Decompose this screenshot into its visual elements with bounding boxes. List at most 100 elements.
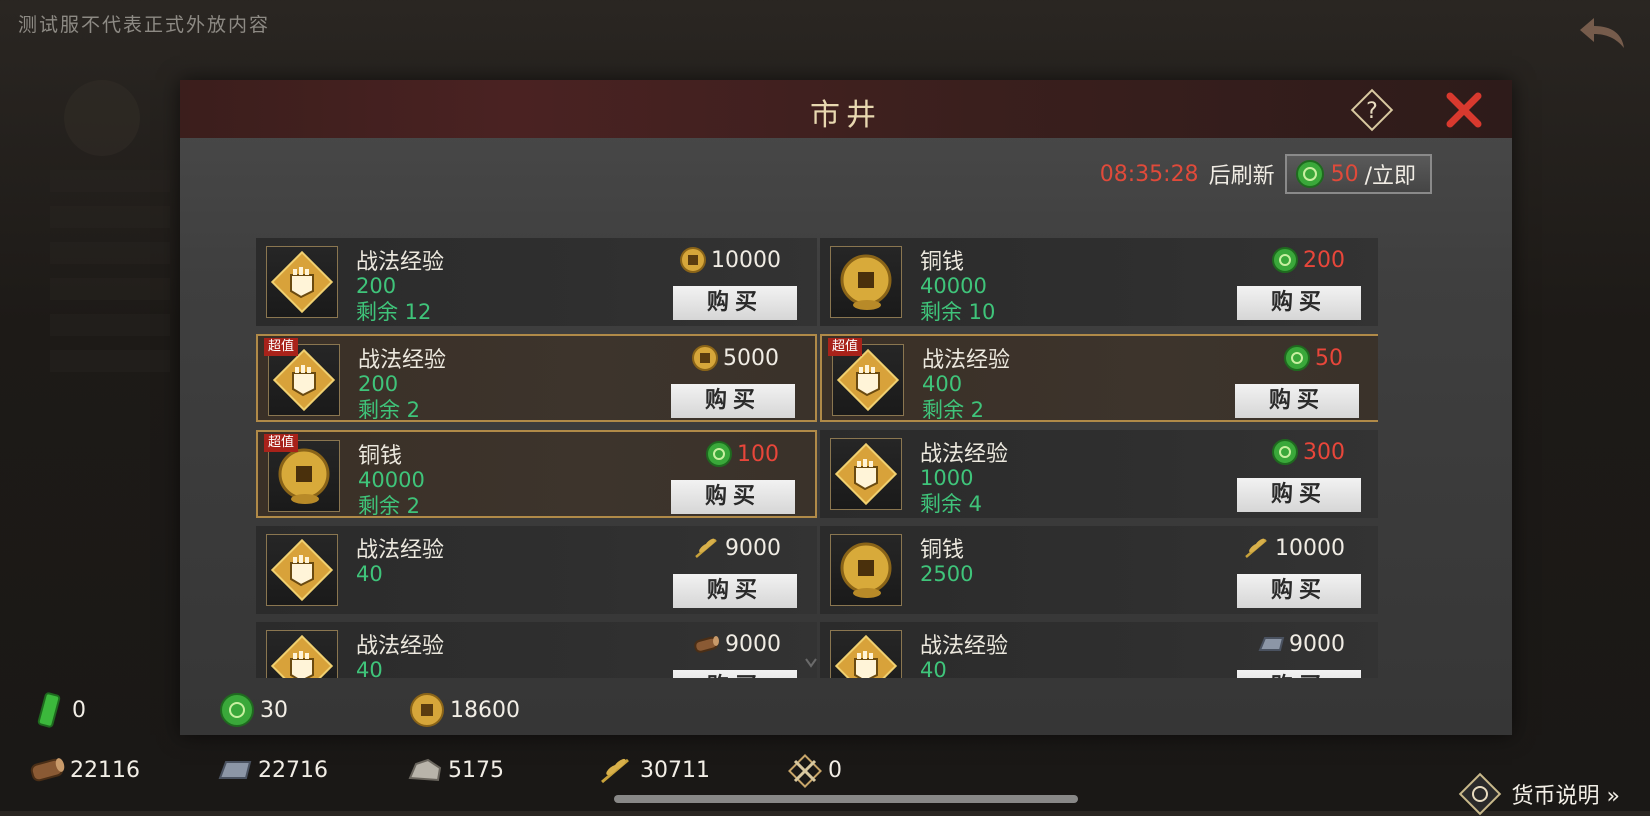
buy-button[interactable]: 购买 bbox=[671, 384, 795, 418]
shop-item-card: 战法经验40 9000 购买 bbox=[256, 622, 817, 678]
item-amount: 2500 bbox=[920, 562, 974, 586]
shop-item-grid[interactable]: 战法经验 200 剩余 12 10000 购买 铜钱 40000 剩余 10 200 购买 超值 战法… bbox=[256, 238, 1378, 678]
shop-item-card: 铜钱 2500 10000 购买 bbox=[820, 526, 1378, 614]
item-price-value: 5000 bbox=[723, 345, 779, 371]
resource-wood: 22116 bbox=[28, 752, 140, 788]
item-amount: 40 bbox=[356, 658, 383, 678]
item-amount: 40 bbox=[356, 562, 383, 586]
shop-item-card: 战法经验 200 剩余 12 10000 购买 bbox=[256, 238, 817, 326]
wood-icon bbox=[693, 630, 721, 658]
back-arrow-icon[interactable] bbox=[1576, 14, 1628, 54]
value-badge: 超值 bbox=[264, 434, 299, 452]
close-icon[interactable] bbox=[1442, 88, 1486, 132]
item-remaining: 剩余 10 bbox=[920, 300, 996, 324]
item-remaining: 剩余 12 bbox=[356, 300, 432, 324]
item-price: 100 bbox=[705, 440, 779, 468]
grain-icon bbox=[601, 758, 629, 784]
currency-info-link[interactable]: 货币说明 » bbox=[1458, 772, 1620, 816]
item-price: 9000 bbox=[693, 534, 781, 562]
market-dialog: 市井 ? 08:35:28 后刷新 50 /立即 战法经验 200 剩余 12 100… bbox=[180, 80, 1512, 735]
copper-icon bbox=[691, 344, 719, 372]
item-name: 铜钱 bbox=[358, 444, 403, 469]
item-price-value: 200 bbox=[1303, 247, 1345, 273]
item-price-value: 10000 bbox=[711, 247, 781, 273]
resource-jade-token: 0 bbox=[30, 692, 86, 728]
item-amount: 40000 bbox=[358, 468, 425, 492]
buy-button[interactable]: 购买 bbox=[1237, 670, 1361, 678]
dialog-title: 市井 bbox=[810, 98, 882, 133]
jade-icon bbox=[1271, 246, 1299, 274]
jade-icon bbox=[1271, 438, 1299, 466]
copper-coin-icon bbox=[410, 693, 444, 727]
item-remaining: 剩余 2 bbox=[922, 398, 985, 422]
buy-button[interactable]: 购买 bbox=[1237, 478, 1361, 512]
item-amount: 40000 bbox=[920, 274, 987, 298]
item-name: 铜钱 bbox=[920, 538, 965, 563]
dialog-header: 市井 ? bbox=[180, 80, 1512, 138]
item-price: 50 bbox=[1283, 344, 1343, 372]
item-amount: 40 bbox=[920, 658, 947, 678]
item-name: 铜钱 bbox=[920, 250, 965, 275]
item-name: 战法经验 bbox=[920, 634, 1009, 659]
fist-icon[interactable] bbox=[266, 534, 338, 606]
fist-icon[interactable] bbox=[266, 630, 338, 678]
grain-icon bbox=[1243, 534, 1271, 562]
shop-item-card: 战法经验40 9000 购买 bbox=[256, 526, 817, 614]
resource-bar: 0 30 18600 22116 22716 5175 30711 0 bbox=[0, 680, 1650, 811]
item-price-value: 100 bbox=[737, 441, 779, 467]
coin-icon[interactable] bbox=[830, 246, 902, 318]
home-indicator[interactable] bbox=[614, 795, 1078, 803]
item-price: 9000 bbox=[693, 630, 781, 658]
jade-icon bbox=[1283, 344, 1311, 372]
jade-icon bbox=[220, 693, 254, 727]
item-price-value: 9000 bbox=[725, 631, 781, 657]
item-remaining: 剩余 2 bbox=[358, 494, 421, 518]
svg-text:?: ? bbox=[1366, 99, 1378, 124]
item-name: 战法经验 bbox=[356, 250, 445, 275]
item-price: 9000 bbox=[1257, 630, 1345, 658]
wood-icon bbox=[30, 758, 65, 782]
item-remaining: 剩余 2 bbox=[358, 398, 421, 422]
item-price-value: 9000 bbox=[1289, 631, 1345, 657]
resource-iron: 22716 bbox=[216, 752, 328, 788]
jade-icon bbox=[705, 440, 733, 468]
help-icon[interactable]: ? bbox=[1350, 88, 1394, 132]
buy-button[interactable]: 购买 bbox=[673, 670, 797, 678]
refresh-bar: 08:35:28 后刷新 50 /立即 bbox=[1100, 152, 1432, 196]
fist-icon[interactable] bbox=[830, 630, 902, 678]
buy-button[interactable]: 购买 bbox=[1235, 384, 1359, 418]
iron-icon bbox=[1257, 630, 1285, 658]
resource-jade: 30 bbox=[218, 692, 288, 728]
shop-item-card: 超值铜钱 40000 剩余 2 100 购买 bbox=[256, 430, 817, 518]
item-name: 战法经验 bbox=[356, 538, 445, 563]
fist-icon[interactable] bbox=[830, 438, 902, 510]
buy-button[interactable]: 购买 bbox=[1237, 286, 1361, 320]
refresh-timer: 08:35:28 bbox=[1099, 161, 1199, 187]
item-price-value: 50 bbox=[1315, 345, 1343, 371]
refresh-now-button[interactable]: 50 /立即 bbox=[1284, 154, 1432, 194]
resource-grain: 30711 bbox=[598, 752, 710, 788]
coin-icon[interactable] bbox=[830, 534, 902, 606]
value-badge: 超值 bbox=[264, 338, 299, 356]
buy-button[interactable]: 购买 bbox=[1237, 574, 1361, 608]
item-price: 5000 bbox=[691, 344, 779, 372]
item-price: 200 bbox=[1271, 246, 1345, 274]
buy-button[interactable]: 购买 bbox=[673, 286, 797, 320]
jade-icon bbox=[1295, 160, 1324, 188]
grain-icon bbox=[693, 534, 721, 562]
shop-item-card: 超值 战法经验 200 剩余 2 5000 购买 bbox=[256, 334, 817, 422]
shop-item-card: 战法经验 1000 剩余 4 300 购买 bbox=[820, 430, 1378, 518]
shop-item-card: 战法经验40 9000 购买 bbox=[820, 622, 1378, 678]
item-price: 10000 bbox=[1243, 534, 1345, 562]
watermark: 测试服不代表正式外放内容 bbox=[18, 14, 271, 36]
refresh-cost: 50 bbox=[1330, 161, 1359, 187]
jade-token-icon bbox=[37, 692, 61, 728]
item-price-value: 300 bbox=[1303, 439, 1345, 465]
buy-button[interactable]: 购买 bbox=[673, 574, 797, 608]
item-amount: 200 bbox=[356, 274, 397, 298]
item-price-value: 9000 bbox=[725, 535, 781, 561]
buy-button[interactable]: 购买 bbox=[671, 480, 795, 514]
item-amount: 1000 bbox=[920, 466, 974, 490]
scroll-down-indicator bbox=[805, 658, 817, 668]
fist-icon[interactable] bbox=[266, 246, 338, 318]
